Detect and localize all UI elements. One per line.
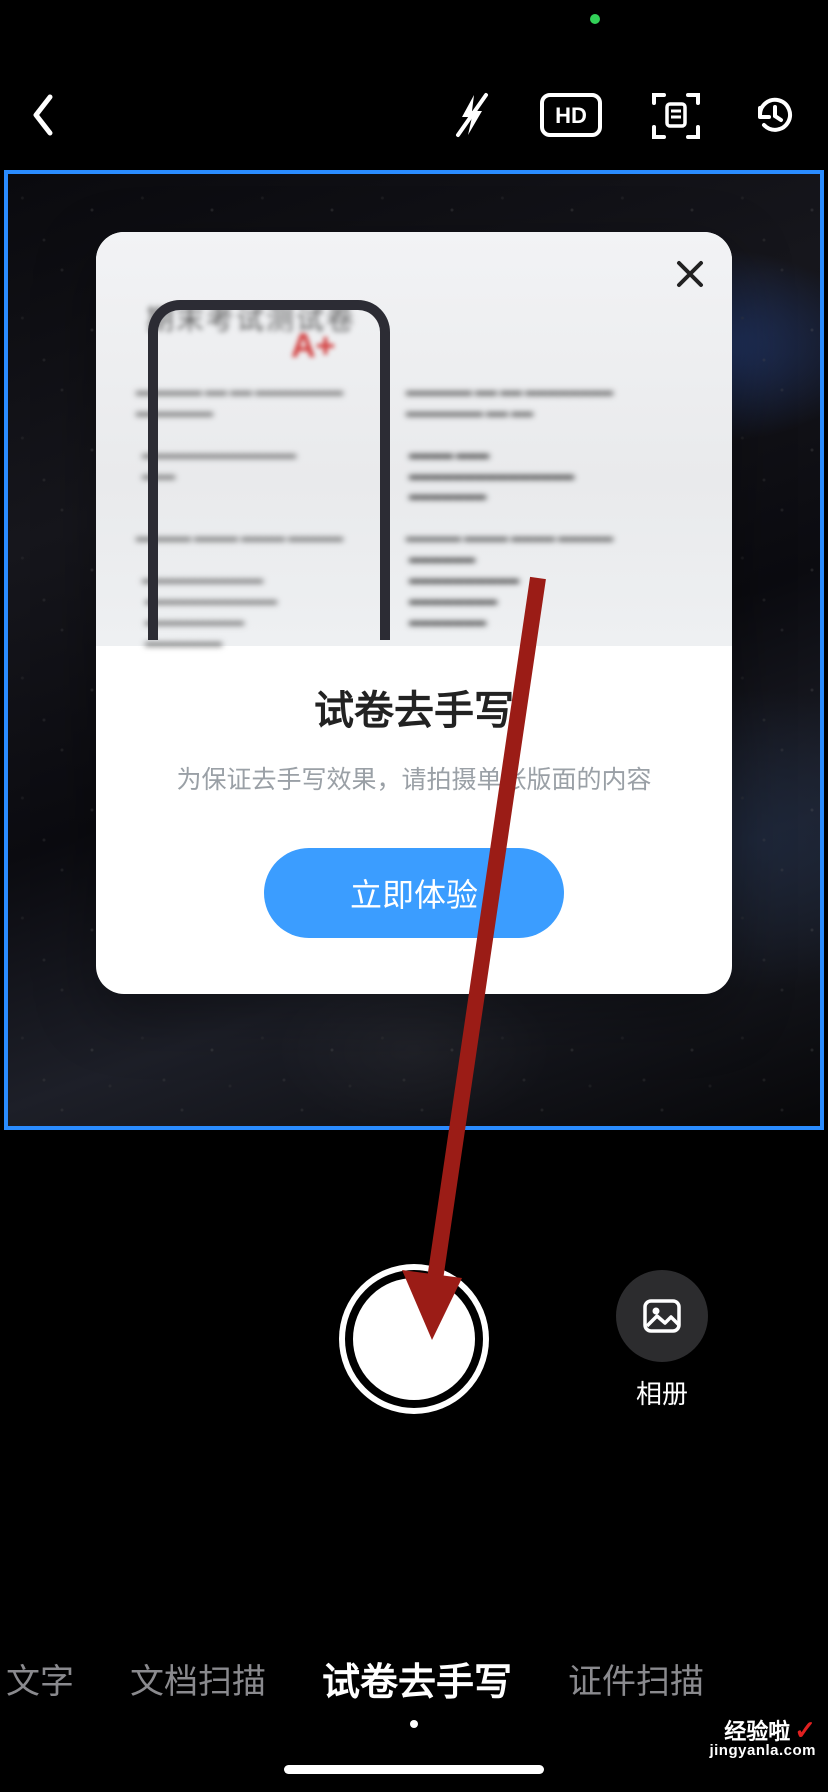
mode-tab-text[interactable]: 文字 [0, 1654, 102, 1703]
hd-toggle[interactable]: HD [540, 93, 602, 137]
mode-indicator-dot [410, 1720, 418, 1728]
flash-toggle[interactable] [452, 91, 492, 139]
modal-cta-button[interactable]: 立即体验 [264, 848, 564, 938]
onboarding-modal: 期末考试测试卷 A+ ▬▬▬▬▬▬ ▬▬ ▬▬ ▬▬▬▬▬▬▬▬▬▬▬▬▬▬▬ … [96, 232, 732, 994]
mode-tab-handwriting[interactable]: 试卷去手写 [294, 1651, 540, 1706]
watermark-text: 经验啦 [724, 1719, 790, 1744]
history-button[interactable] [750, 90, 800, 140]
watermark-url: jingyanla.com [709, 1743, 816, 1758]
album-label: 相册 [616, 1374, 708, 1411]
gallery-icon [638, 1292, 686, 1340]
capture-row: 相册 [0, 1250, 828, 1430]
top-toolbar: HD [0, 0, 828, 170]
album-entry[interactable]: 相册 [616, 1270, 708, 1411]
modal-close-button[interactable] [668, 252, 712, 296]
album-button[interactable] [616, 1270, 708, 1362]
phone-outline-graphic [148, 300, 390, 640]
watermark: 经验啦✓ jingyanla.com [709, 1717, 816, 1758]
mode-tabs[interactable]: 文字 文档扫描 试卷去手写 证件扫描 [0, 1651, 828, 1706]
close-icon [674, 258, 706, 290]
scan-frame-button[interactable] [650, 89, 702, 141]
mode-tab-doc-scan[interactable]: 文档扫描 [102, 1654, 294, 1703]
modal-title: 试卷去手写 [136, 678, 692, 736]
home-indicator [284, 1765, 544, 1774]
modal-subtitle: 为保证去手写效果，请拍摄单张版面的内容 [136, 762, 692, 800]
modal-illustration: 期末考试测试卷 A+ ▬▬▬▬▬▬ ▬▬ ▬▬ ▬▬▬▬▬▬▬▬▬▬▬▬▬▬▬ … [96, 232, 732, 646]
shutter-button[interactable] [345, 1270, 483, 1408]
back-button[interactable] [28, 91, 58, 139]
checkmark-icon: ✓ [794, 1715, 816, 1745]
mode-tab-id-scan[interactable]: 证件扫描 [540, 1654, 732, 1703]
hd-label: HD [555, 103, 587, 128]
